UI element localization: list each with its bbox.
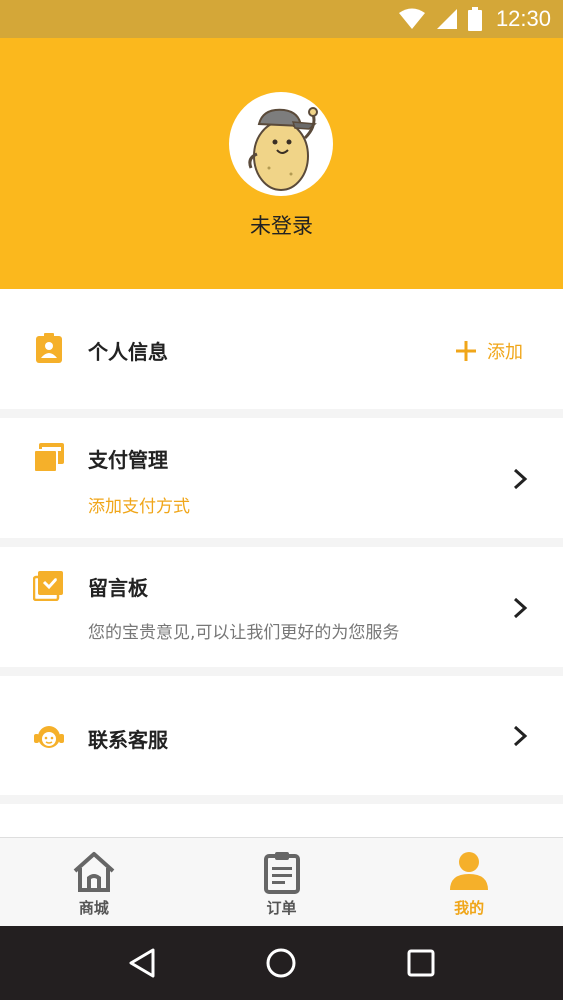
tab-label: 订单 [266,899,297,917]
cellular-signal-icon [436,9,457,29]
recents-square-icon [407,949,435,977]
status-time: 12:30 [495,6,551,31]
tab-orders[interactable]: 订单 [188,838,376,926]
battery-icon [467,7,482,31]
add-personal-info-button[interactable]: 添加 [455,338,523,364]
avatar[interactable] [229,92,333,196]
profile-icon [450,852,489,890]
tab-shop[interactable]: 商城 [0,838,188,926]
tab-mine[interactable]: 我的 [375,838,563,926]
chevron-right-icon [513,725,528,747]
personal-info-title: 个人信息 [88,340,168,364]
back-triangle-icon [129,948,155,978]
chevron-right-icon [513,468,528,490]
payment-management-title: 支付管理 [88,448,168,472]
back-button[interactable] [122,943,162,983]
list-item [0,804,563,837]
add-payment-method-link[interactable]: 添加支付方式 [88,492,190,517]
personal-info-row[interactable]: 个人信息 添加 [0,289,563,409]
system-navigation-bar [0,926,563,1000]
bottom-tab-bar: 商城 订单 我的 [0,837,563,926]
wifi-icon [398,8,425,29]
recents-button[interactable] [401,943,441,983]
potato-mascot-icon [248,107,318,191]
tab-label: 我的 [454,899,485,917]
status-bar: 12:30 [0,0,563,38]
profile-header: 未登录 [0,38,563,289]
tab-label: 商城 [78,899,109,917]
clipboard-check-icon [33,571,63,601]
customer-service-title: 联系客服 [88,728,168,752]
headset-agent-icon [34,726,64,748]
payment-management-row[interactable]: 支付管理 添加支付方式 [0,418,563,538]
wallet-icon [33,443,64,473]
plus-icon [456,341,476,361]
message-board-row[interactable]: 留言板 您的宝贵意见,可以让我们更好的为您服务 [0,547,563,667]
home-circle-icon [266,948,296,978]
id-card-icon [36,333,62,363]
chevron-right-icon [513,597,528,619]
status-icons: 12:30 [398,6,551,32]
customer-service-row[interactable]: 联系客服 [0,676,563,795]
home-button[interactable] [261,943,301,983]
message-board-subtitle: 您的宝贵意见,可以让我们更好的为您服务 [88,623,400,643]
add-label: 添加 [487,342,523,363]
message-board-title: 留言板 [88,576,148,600]
login-status-text[interactable]: 未登录 [0,210,563,240]
order-icon [263,852,300,894]
home-icon [73,852,115,892]
